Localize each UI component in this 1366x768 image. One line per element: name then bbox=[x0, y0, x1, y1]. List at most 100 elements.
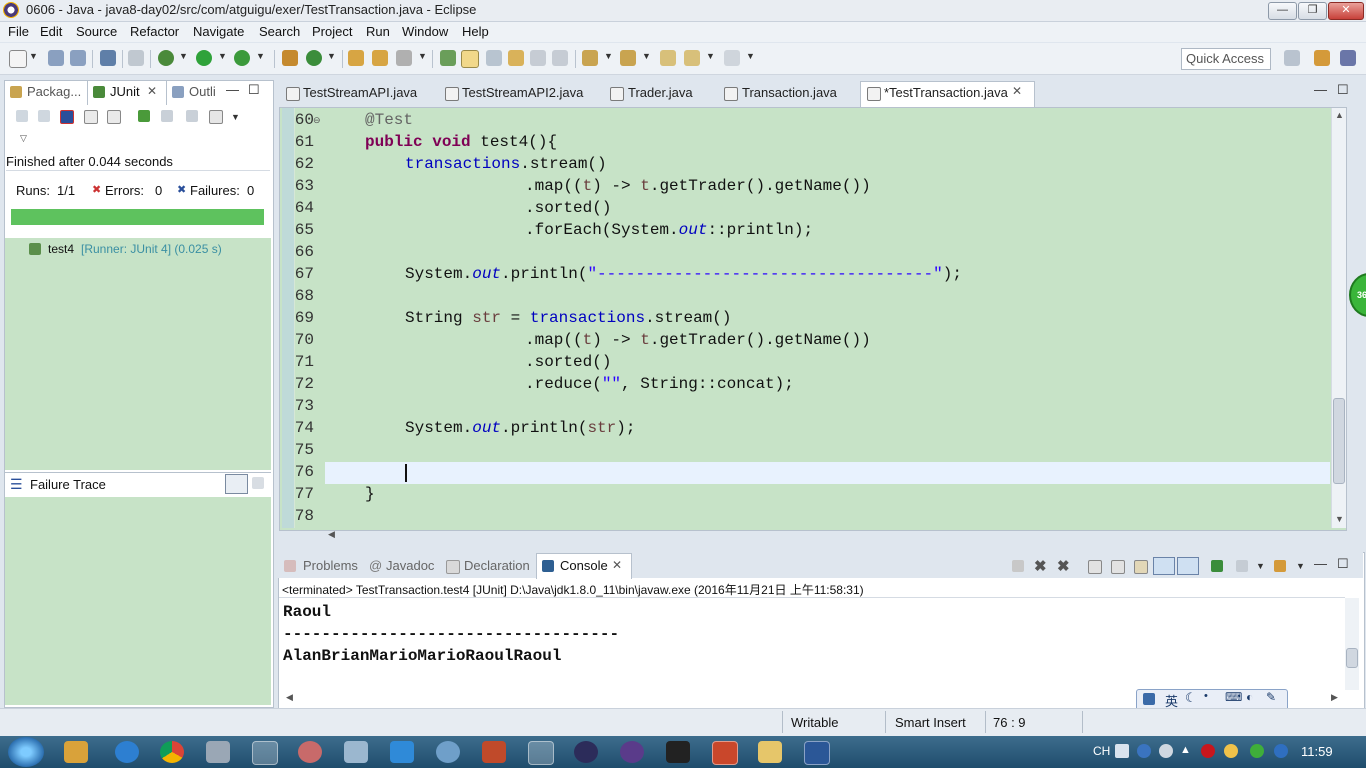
minimize-view-icon[interactable]: — bbox=[1314, 556, 1327, 571]
next-annotation-icon[interactable] bbox=[582, 50, 598, 66]
chevron-down-icon[interactable]: ▼ bbox=[642, 51, 651, 61]
scroll-left-icon[interactable]: ◀ bbox=[328, 529, 335, 540]
filter-stack-trace-icon[interactable] bbox=[225, 474, 248, 494]
menu-project[interactable]: Project bbox=[312, 24, 352, 39]
test-history-icon[interactable] bbox=[209, 110, 223, 124]
search-icon[interactable] bbox=[396, 50, 412, 66]
paragraph-icon[interactable] bbox=[552, 50, 568, 66]
save-all-icon[interactable] bbox=[70, 50, 86, 66]
open-console-icon[interactable] bbox=[1274, 560, 1286, 572]
close-icon[interactable]: ✕ bbox=[1012, 84, 1022, 98]
forward-icon[interactable] bbox=[724, 50, 740, 66]
taskbar-clock[interactable]: 11:59 bbox=[1301, 744, 1333, 759]
show-whitespace-icon[interactable] bbox=[530, 50, 546, 66]
coverage-icon[interactable] bbox=[234, 50, 250, 66]
bluetooth-icon[interactable] bbox=[1274, 744, 1288, 758]
chevron-down-icon[interactable]: ▼ bbox=[179, 51, 188, 61]
menu-search[interactable]: Search bbox=[259, 24, 300, 39]
menu-source[interactable]: Source bbox=[76, 24, 117, 39]
chevron-down-icon[interactable]: ▼ bbox=[1256, 561, 1265, 571]
view-menu-icon[interactable]: ▽ bbox=[20, 133, 27, 144]
menu-file[interactable]: File bbox=[8, 24, 29, 39]
scroll-up-icon[interactable]: ▲ bbox=[1335, 110, 1344, 120]
skip-breakpoints-icon[interactable] bbox=[128, 50, 144, 66]
console-icon[interactable] bbox=[100, 50, 116, 66]
taskbar-app-icon[interactable] bbox=[344, 741, 368, 763]
console-vertical-scrollbar[interactable] bbox=[1345, 598, 1359, 690]
debug-icon[interactable] bbox=[158, 50, 174, 66]
start-button[interactable] bbox=[8, 737, 44, 767]
new-class-icon[interactable] bbox=[306, 50, 322, 66]
tab-testtransaction[interactable]: *TestTransaction.java bbox=[884, 85, 1008, 100]
rerun-test-icon[interactable] bbox=[138, 110, 150, 122]
scroll-lock-icon[interactable] bbox=[1111, 560, 1125, 574]
chrome-icon[interactable] bbox=[160, 741, 184, 763]
punctuation-icon[interactable]: • bbox=[1204, 690, 1208, 702]
scroll-left-icon[interactable]: ◀ bbox=[286, 692, 293, 703]
full-half-width-icon[interactable]: ◐ bbox=[1246, 690, 1253, 704]
chevron-down-icon[interactable]: ▼ bbox=[604, 51, 613, 61]
show-console-on-stderr-icon[interactable] bbox=[1177, 557, 1199, 575]
menu-window[interactable]: Window bbox=[402, 24, 448, 39]
back-icon[interactable] bbox=[684, 50, 700, 66]
menu-help[interactable]: Help bbox=[462, 24, 489, 39]
last-edit-location-icon[interactable] bbox=[660, 50, 676, 66]
clear-console-icon[interactable] bbox=[1088, 560, 1102, 574]
tray-app-icon[interactable] bbox=[1201, 744, 1215, 758]
taskbar-app-icon[interactable] bbox=[206, 741, 230, 763]
taskbar-app-icon[interactable] bbox=[482, 741, 506, 763]
word-icon[interactable] bbox=[804, 741, 830, 765]
remove-all-launches-icon[interactable]: ✖ bbox=[1057, 557, 1070, 575]
pin-console-icon[interactable] bbox=[1211, 560, 1223, 572]
tab-teststreamapi[interactable]: TestStreamAPI.java bbox=[303, 85, 417, 100]
menu-refactor[interactable]: Refactor bbox=[130, 24, 179, 39]
maximize-view-icon[interactable]: ☐ bbox=[248, 82, 260, 98]
minimize-button[interactable]: — bbox=[1268, 2, 1297, 20]
show-console-on-stdout-icon[interactable] bbox=[1153, 557, 1175, 575]
new-package-icon[interactable] bbox=[282, 50, 298, 66]
tab-console[interactable]: Console bbox=[560, 558, 608, 573]
folder-icon[interactable] bbox=[758, 741, 782, 763]
ime-tray-icon[interactable] bbox=[1115, 744, 1129, 758]
show-hidden-icons-icon[interactable]: ▲ bbox=[1180, 744, 1191, 756]
minimize-view-icon[interactable]: — bbox=[226, 82, 239, 97]
layout-icon[interactable] bbox=[107, 110, 121, 124]
fold-icon[interactable]: ⊖ bbox=[313, 115, 321, 126]
scroll-lock-icon[interactable] bbox=[84, 110, 98, 124]
moon-icon[interactable]: ☾ bbox=[1185, 690, 1197, 706]
menu-navigate[interactable]: Navigate bbox=[193, 24, 244, 39]
eclipse-taskbar-icon[interactable] bbox=[528, 741, 554, 765]
chevron-down-icon[interactable]: ▼ bbox=[218, 51, 227, 61]
input-language-indicator[interactable]: CH bbox=[1093, 744, 1110, 758]
previous-annotation-icon[interactable] bbox=[620, 50, 636, 66]
new-file-icon[interactable] bbox=[9, 50, 27, 68]
remove-launch-icon[interactable]: ✖ bbox=[1034, 557, 1047, 575]
block-selection-icon[interactable] bbox=[508, 50, 524, 66]
floating-widget-badge[interactable]: 36 bbox=[1349, 273, 1366, 317]
tab-problems[interactable]: Problems bbox=[303, 558, 358, 573]
terminate-icon[interactable] bbox=[1012, 560, 1024, 572]
java-perspective-icon[interactable] bbox=[1340, 50, 1356, 66]
tab-outline[interactable]: Outli bbox=[189, 84, 216, 99]
maximize-view-icon[interactable]: ☐ bbox=[1337, 556, 1349, 572]
minimize-view-icon[interactable]: — bbox=[1314, 82, 1327, 97]
cmd-icon[interactable] bbox=[666, 741, 690, 763]
open-type-icon[interactable] bbox=[348, 50, 364, 66]
taskbar-app-icon[interactable] bbox=[390, 741, 414, 763]
java-ee-perspective-icon[interactable] bbox=[1314, 50, 1330, 66]
quick-access-input[interactable]: Quick Access bbox=[1181, 48, 1271, 70]
rerun-failed-first-icon[interactable] bbox=[161, 110, 173, 122]
display-console-icon[interactable] bbox=[1236, 560, 1248, 572]
toggle-mark-occurrences-icon[interactable] bbox=[461, 50, 479, 68]
taskbar-app-icon[interactable] bbox=[436, 741, 460, 763]
eclipse-taskbar-icon[interactable] bbox=[574, 741, 598, 763]
wrench-icon[interactable]: ✎ bbox=[1266, 690, 1276, 704]
scroll-down-icon[interactable]: ▼ bbox=[1335, 514, 1344, 524]
close-button[interactable]: ✕ bbox=[1328, 2, 1364, 20]
chevron-down-icon[interactable]: ▼ bbox=[706, 51, 715, 61]
menu-run[interactable]: Run bbox=[366, 24, 390, 39]
chevron-down-icon[interactable]: ▼ bbox=[1296, 561, 1305, 571]
save-icon[interactable] bbox=[48, 50, 64, 66]
tray-app-icon[interactable] bbox=[1159, 744, 1173, 758]
ime-logo-icon[interactable] bbox=[1143, 693, 1155, 705]
